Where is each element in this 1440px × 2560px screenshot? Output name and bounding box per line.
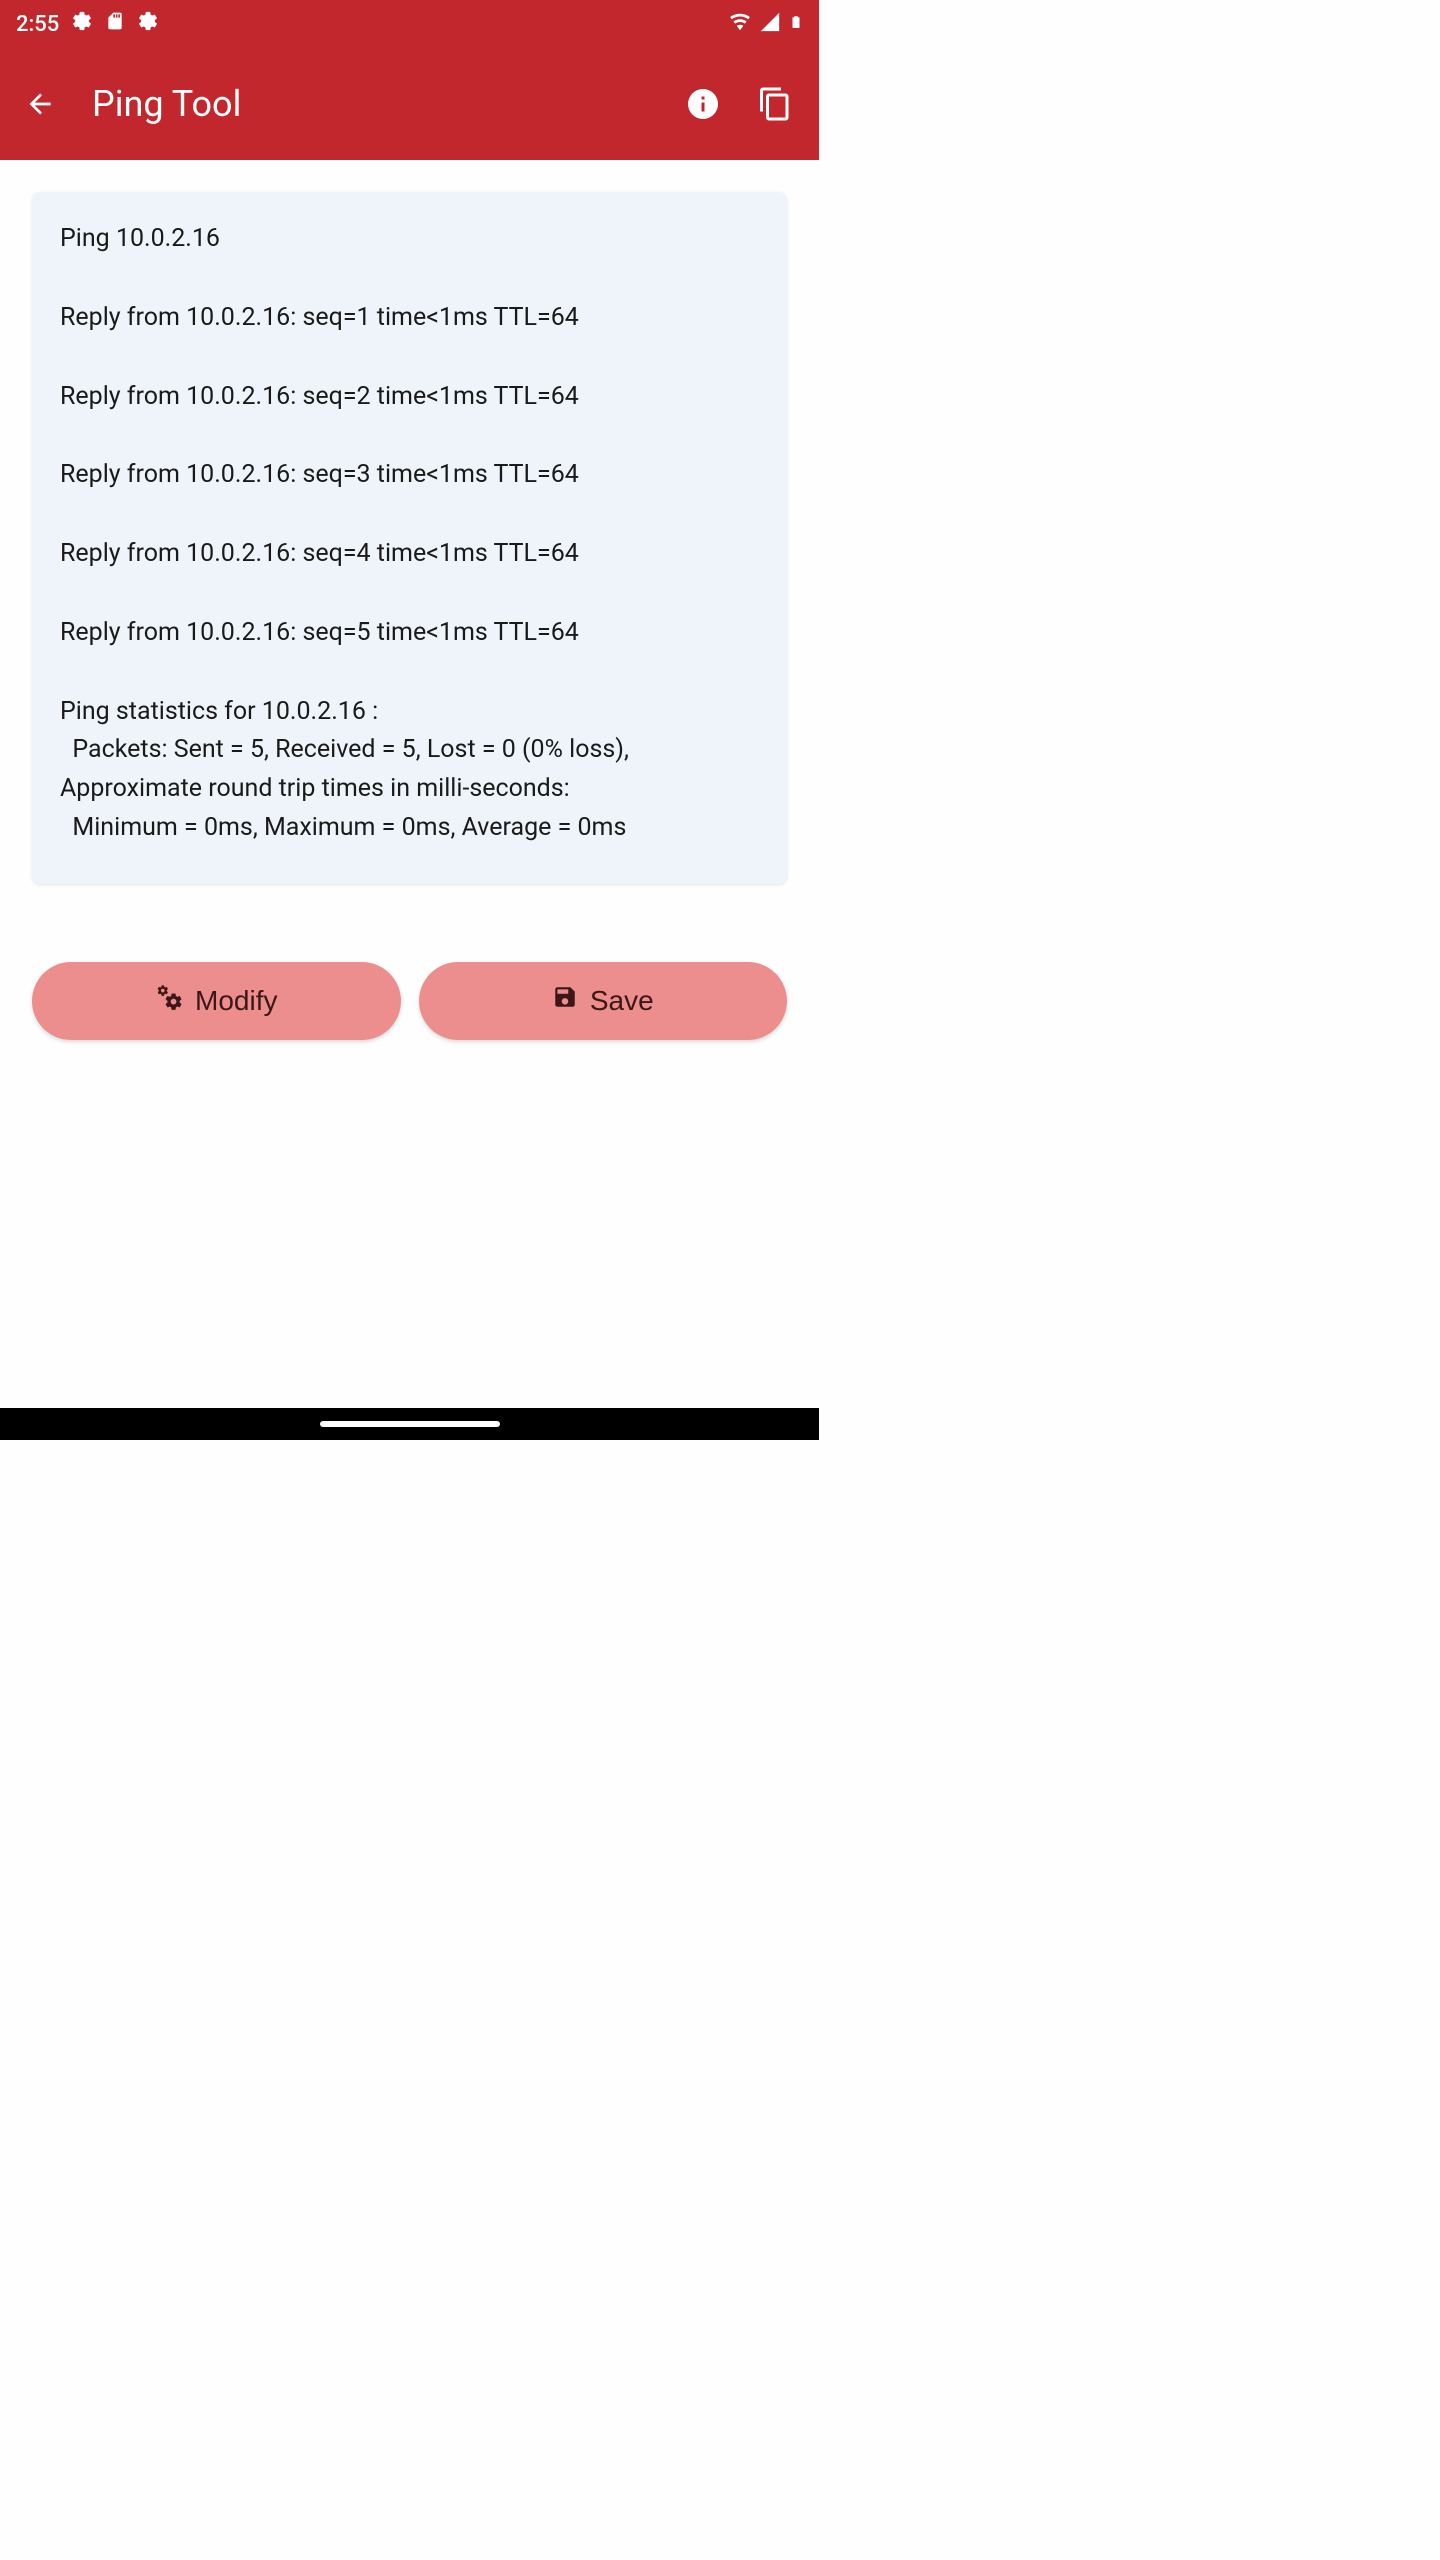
gear-icon-2 xyxy=(137,10,159,38)
buttons-row: Modify Save xyxy=(32,962,787,1040)
output-card: Ping 10.0.2.16 Reply from 10.0.2.16: seq… xyxy=(32,192,787,884)
content-area: Ping 10.0.2.16 Reply from 10.0.2.16: seq… xyxy=(0,160,819,1408)
save-icon xyxy=(552,984,578,1017)
status-bar: 2:55 xyxy=(0,0,819,48)
output-stats-rtt: Approximate round trip times in milli-se… xyxy=(60,770,759,809)
output-stats-times: Minimum = 0ms, Maximum = 0ms, Average = … xyxy=(60,809,759,848)
output-reply: Reply from 10.0.2.16: seq=3 time<1ms TTL… xyxy=(60,456,759,495)
app-bar: Ping Tool xyxy=(0,48,819,160)
output-stats-packets: Packets: Sent = 5, Received = 5, Lost = … xyxy=(60,731,759,770)
status-left: 2:55 xyxy=(16,10,159,38)
status-time: 2:55 xyxy=(16,12,59,37)
battery-icon xyxy=(789,11,803,37)
status-right xyxy=(729,11,803,37)
copy-button[interactable] xyxy=(751,80,799,128)
output-reply: Reply from 10.0.2.16: seq=4 time<1ms TTL… xyxy=(60,535,759,574)
tune-icon xyxy=(155,983,183,1018)
signal-icon xyxy=(759,11,781,37)
output-header: Ping 10.0.2.16 xyxy=(60,220,759,259)
wifi-icon xyxy=(729,11,751,37)
output-reply: Reply from 10.0.2.16: seq=5 time<1ms TTL… xyxy=(60,614,759,653)
output-stats-header: Ping statistics for 10.0.2.16 : xyxy=(60,693,759,732)
back-button[interactable] xyxy=(20,84,60,124)
save-button[interactable]: Save xyxy=(419,962,788,1040)
nav-bar xyxy=(0,1408,819,1440)
info-button[interactable] xyxy=(679,80,727,128)
output-reply: Reply from 10.0.2.16: seq=1 time<1ms TTL… xyxy=(60,299,759,338)
modify-label: Modify xyxy=(195,985,277,1017)
gear-icon xyxy=(71,10,93,38)
save-label: Save xyxy=(590,985,654,1017)
nav-pill[interactable] xyxy=(320,1421,500,1427)
app-title: Ping Tool xyxy=(92,83,655,125)
modify-button[interactable]: Modify xyxy=(32,962,401,1040)
sd-card-icon xyxy=(105,11,125,37)
output-reply: Reply from 10.0.2.16: seq=2 time<1ms TTL… xyxy=(60,378,759,417)
